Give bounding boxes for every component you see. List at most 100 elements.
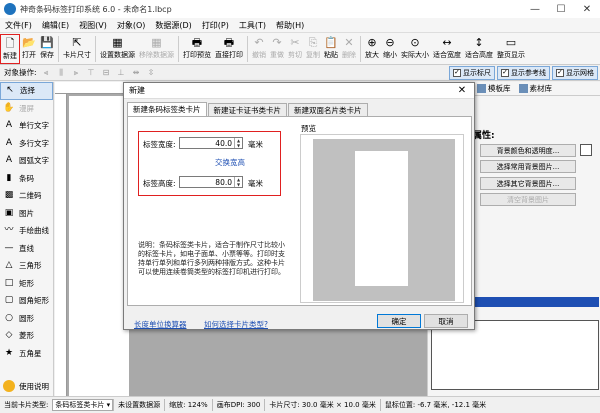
tool-diamond[interactable]: ◇ 菱形 — [0, 327, 53, 345]
fit-height-button[interactable]: ↕ 适合高度 — [463, 34, 495, 64]
open-folder-button[interactable]: 📂 打开 — [20, 34, 38, 64]
dialog-close-button[interactable]: ✕ — [450, 85, 474, 96]
tool-multi-line-text[interactable]: A 多行文字 — [0, 135, 53, 153]
align-center-icon[interactable]: ⫼ — [56, 67, 67, 78]
align-top-icon[interactable]: ⊤ — [86, 67, 97, 78]
tool-arc-text[interactable]: A 圆弧文字 — [0, 152, 53, 170]
tool-star[interactable]: ★ 五角星 — [0, 345, 53, 363]
undo-button[interactable]: ↶ 撤销 — [250, 34, 268, 64]
tool-rounded-rect[interactable]: ▢ 圆角矩形 — [0, 292, 53, 310]
tool-label: 五角星 — [19, 348, 42, 358]
menu-item-2[interactable]: 视图(V) — [74, 20, 112, 31]
new-file-button[interactable]: 🗋 新建 — [0, 34, 20, 64]
toggle-option-0[interactable]: ✓ 显示标尺 — [449, 65, 495, 80]
tool-label: 手绘曲线 — [19, 226, 49, 236]
remove-data-source-button[interactable]: ▦ 移除数据源 — [137, 34, 176, 64]
tab-barcode-label-card[interactable]: 新建条码标签类卡片 — [127, 102, 207, 116]
paste-icon: 📋 — [324, 35, 338, 49]
background-color-button[interactable]: 背景颜色和透明度... — [480, 144, 576, 157]
toggle-option-1[interactable]: ✓ 显示参考线 — [497, 65, 550, 80]
usage-help-item[interactable]: 使用说明 — [3, 380, 49, 392]
delete-button[interactable]: ✕ 删除 — [340, 34, 358, 64]
close-button[interactable]: ✕ — [574, 0, 600, 18]
align-left-icon[interactable]: ⫷ — [41, 67, 52, 78]
diamond-icon: ◇ — [5, 330, 13, 341]
properties-title: 属性: — [473, 131, 495, 141]
barcode-icon: ▮ — [6, 172, 12, 183]
clear-background-button[interactable]: 清空背景图片 — [480, 193, 576, 206]
tool-select-arrow[interactable]: ↖ 选择 — [0, 82, 53, 100]
paste-button[interactable]: 📋 粘贴 — [322, 34, 340, 64]
other-background-button[interactable]: 选择其它背景图片... — [480, 177, 576, 190]
tool-single-line-text[interactable]: A 单行文字 — [0, 117, 53, 135]
tool-pan-hand[interactable]: ✋ 漫屏 — [0, 100, 53, 118]
tool-label: 条码 — [19, 173, 34, 183]
print-button[interactable]: 🖶 直接打印 — [213, 34, 245, 64]
tool-line[interactable]: — 直线 — [0, 240, 53, 258]
card-type-description: 说明：条码标签类卡片，适合于制作尺寸比较小的标签卡片，如电子面单、小票等等。打印… — [138, 241, 285, 276]
common-background-button[interactable]: 选择常用背景图片... — [480, 160, 576, 173]
unit-converter-link[interactable]: 长度单位换算器 — [134, 319, 187, 330]
zoom-out-button[interactable]: ⊖ 缩小 — [381, 34, 399, 64]
remove-data-source-icon: ▦ — [151, 35, 162, 49]
tool-qrcode[interactable]: ▩ 二维码 — [0, 187, 53, 205]
align-right-icon[interactable]: ⫸ — [71, 67, 82, 78]
align-bottom-icon[interactable]: ⊥ — [116, 67, 127, 78]
pan-hand-icon: ✋ — [3, 102, 15, 113]
menu-item-5[interactable]: 打印(P) — [197, 20, 234, 31]
toggle-option-2[interactable]: ✓ 显示网格 — [552, 65, 598, 80]
background-color-swatch[interactable] — [580, 144, 592, 156]
tab-material-library[interactable]: 素材库 — [515, 82, 557, 96]
arc-text-icon: A — [5, 155, 13, 166]
triangle-icon: △ — [5, 260, 13, 271]
vertical-ruler — [55, 94, 67, 396]
swap-dimensions-link[interactable]: 交换宽高 — [215, 157, 245, 168]
align-middle-icon[interactable]: ⊟ — [101, 67, 112, 78]
card-size-icon: ⇱ — [72, 35, 82, 49]
maximize-button[interactable]: ☐ — [548, 0, 574, 18]
tool-label: 圆形 — [19, 313, 34, 323]
tool-label: 直线 — [19, 243, 34, 253]
new-dialog: 新建 ✕ 新建条码标签类卡片 新建证卡证书类卡片 新建双面名片类卡片 标签宽度:… — [123, 82, 475, 330]
height-stepper[interactable]: 80.0 ▲ ▼ — [179, 176, 243, 188]
menu-item-0[interactable]: 文件(F) — [0, 20, 37, 31]
data-source-icon: ▦ — [112, 35, 123, 49]
menu-item-3[interactable]: 对象(O) — [112, 20, 151, 31]
full-page-icon: ▭ — [505, 35, 517, 49]
tool-rectangle[interactable]: □ 矩形 — [0, 275, 53, 293]
tab-certificate-card[interactable]: 新建证卡证书类卡片 — [207, 103, 287, 116]
copy-button[interactable]: ⎘ 复制 — [304, 34, 322, 64]
width-label: 标签宽度: — [143, 140, 176, 149]
width-unit: 毫米 — [248, 140, 263, 149]
width-stepper[interactable]: 40.0 ▲ ▼ — [179, 137, 243, 149]
tab-template-library[interactable]: 模板库 — [473, 82, 515, 96]
menu-item-1[interactable]: 编辑(E) — [37, 20, 74, 31]
print-preview-button[interactable]: 🖶 打印预览 — [181, 34, 213, 64]
fit-width-button[interactable]: ↔ 适合宽度 — [431, 34, 463, 64]
actual-size-button[interactable]: ⊙ 实际大小 — [399, 34, 431, 64]
label-paper[interactable] — [69, 96, 129, 396]
ok-button[interactable]: 确定 — [377, 314, 421, 328]
cut-button[interactable]: ✂ 剪切 — [286, 34, 304, 64]
distribute-h-icon[interactable]: ⇹ — [131, 67, 142, 78]
tool-freehand[interactable]: 〰手绘曲线 — [0, 222, 53, 240]
zoom-in-button[interactable]: ⊕ 放大 — [363, 34, 381, 64]
tool-barcode[interactable]: ▮ 条码 — [0, 170, 53, 188]
choose-card-type-link[interactable]: 如何选择卡片类型? — [204, 319, 268, 330]
tool-image[interactable]: ▣ 图片 — [0, 205, 53, 223]
tool-triangle[interactable]: △ 三角形 — [0, 257, 53, 275]
distribute-v-icon[interactable]: ⇳ — [146, 67, 157, 78]
tab-double-sided-card[interactable]: 新建双面名片类卡片 — [288, 103, 368, 116]
menu-item-6[interactable]: 工具(T) — [234, 20, 271, 31]
card-type-select[interactable]: 条码标签类卡片 ▾ — [52, 399, 114, 411]
full-page-button[interactable]: ▭ 整页显示 — [495, 34, 527, 64]
save-button[interactable]: 💾 保存 — [38, 34, 56, 64]
minimize-button[interactable]: — — [522, 0, 548, 18]
cancel-button[interactable]: 取消 — [424, 314, 468, 328]
data-source-button[interactable]: ▦ 设置数据源 — [98, 34, 137, 64]
redo-button[interactable]: ↷ 重做 — [268, 34, 286, 64]
menu-item-7[interactable]: 帮助(H) — [271, 20, 309, 31]
tool-circle[interactable]: ○ 圆形 — [0, 310, 53, 328]
menu-item-4[interactable]: 数据源(D) — [150, 20, 196, 31]
card-size-button[interactable]: ⇱ 卡片尺寸 — [61, 34, 93, 64]
